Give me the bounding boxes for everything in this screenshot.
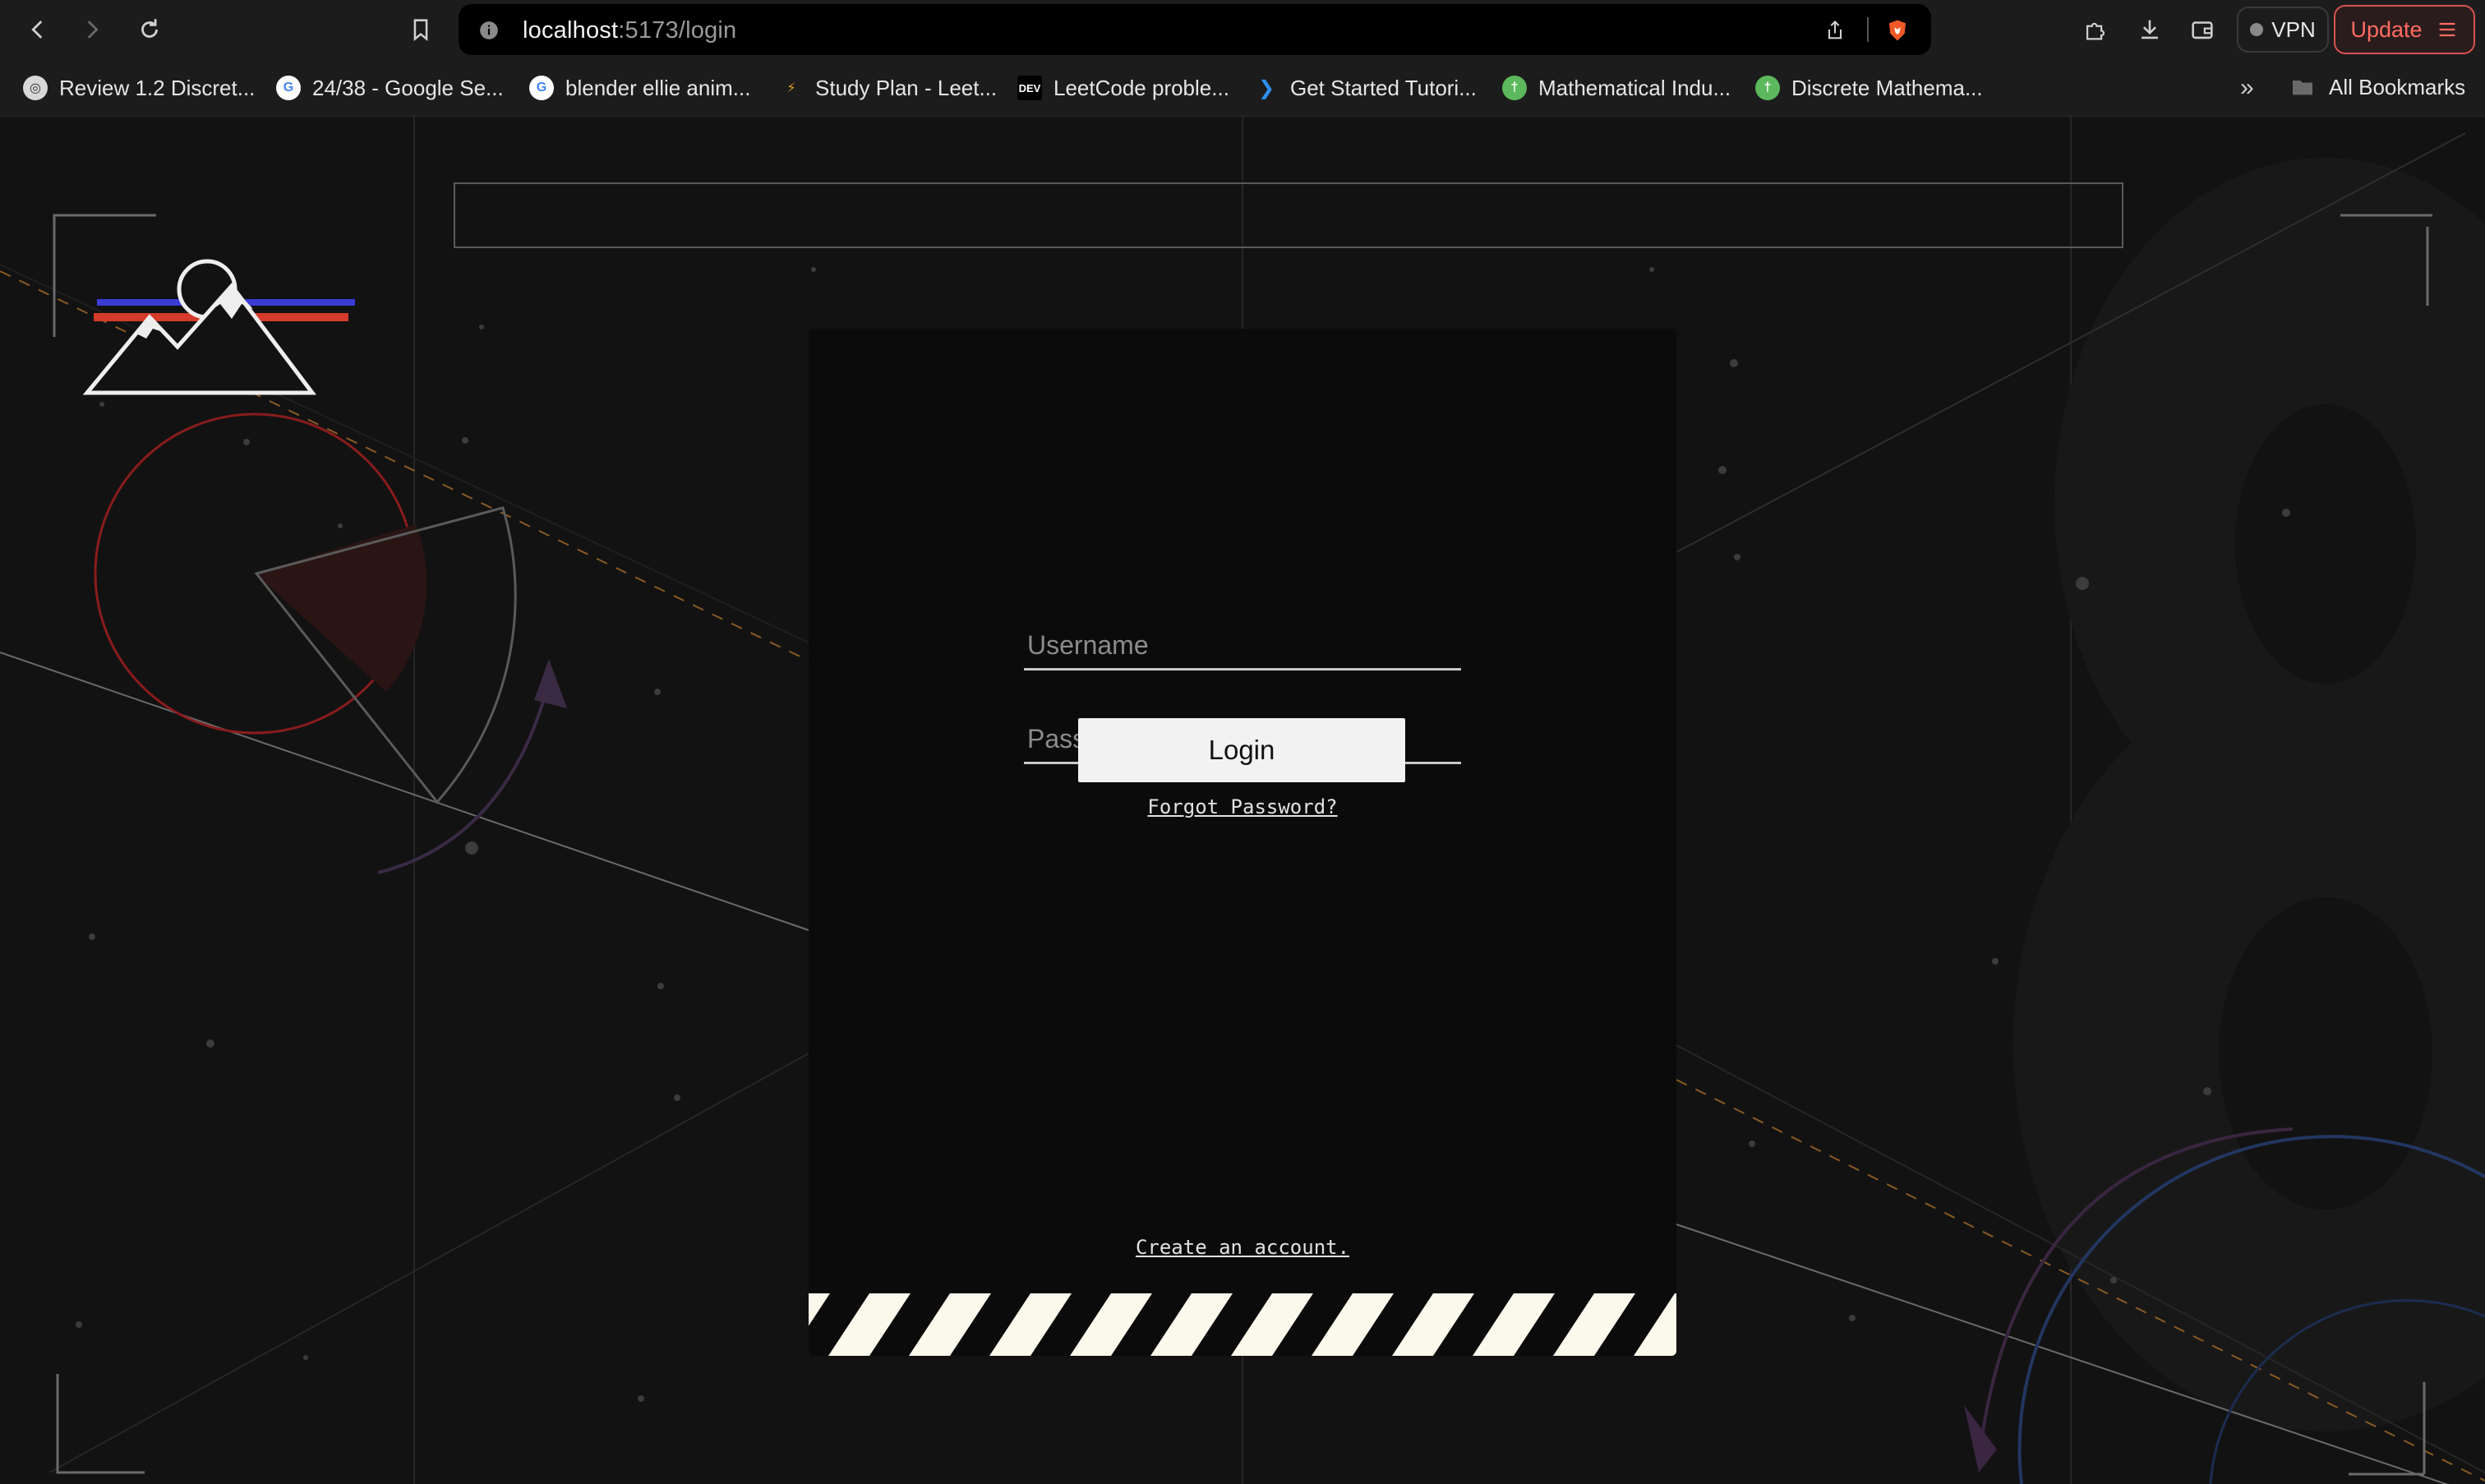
forgot-password-link[interactable]: Forgot Password?: [809, 795, 1676, 818]
bookmark-item[interactable]: ◎ Review 1.2 Discret...: [23, 74, 255, 102]
extensions-button[interactable]: [2077, 12, 2114, 48]
login-card: Login Forgot Password? Create an account…: [809, 329, 1676, 1356]
address-divider: [1867, 17, 1869, 42]
folder-icon: [2293, 81, 2312, 95]
url-text[interactable]: localhost:5173/login: [523, 17, 736, 44]
vscode-icon: ❯: [1257, 76, 1275, 99]
dev-icon: DEV: [1017, 76, 1042, 100]
vpn-status-icon: [2250, 23, 2264, 36]
wallet-button[interactable]: [2184, 12, 2220, 48]
bookmark-item[interactable]: ⚡ Study Plan - Leet...: [779, 74, 997, 102]
google-icon: G: [276, 76, 301, 100]
bookmark-label: Discrete Mathema...: [1791, 75, 1983, 100]
bookmark-label: blender ellie anim...: [565, 75, 751, 100]
bookmarks-bar: ◎ Review 1.2 Discret... G 24/38 - Google…: [0, 59, 2485, 117]
bookmarks-overflow-button[interactable]: »: [2240, 74, 2254, 102]
back-button[interactable]: [20, 12, 56, 48]
mountain-logo-icon: [82, 259, 355, 395]
reload-button[interactable]: [131, 12, 168, 48]
bookmark-item[interactable]: DEV LeetCode proble...: [1017, 74, 1229, 102]
google-icon: G: [529, 76, 554, 100]
puzzle-icon: [2086, 22, 2105, 40]
update-label: Update: [2350, 16, 2423, 42]
vpn-label: VPN: [2271, 16, 2316, 42]
bookmark-label: Study Plan - Leet...: [815, 75, 998, 100]
vpn-button[interactable]: VPN: [2237, 7, 2329, 53]
browser-toolbar: localhost:5173/login VPN Update: [0, 0, 2485, 59]
forward-button[interactable]: [74, 12, 110, 48]
chevron-left-icon: [31, 21, 43, 39]
bookmark-item[interactable]: G 24/38 - Google Se...: [276, 74, 504, 102]
bookmark-item[interactable]: † Discrete Mathema...: [1755, 74, 1983, 102]
download-icon: [2142, 20, 2158, 39]
menu-icon: [2439, 22, 2455, 37]
update-button[interactable]: Update: [2334, 5, 2475, 54]
bookmark-item[interactable]: G blender ellie anim...: [529, 74, 750, 102]
chevron-right-icon: [87, 21, 99, 39]
hazard-stripes: [809, 1293, 1676, 1356]
username-input[interactable]: [1024, 623, 1461, 671]
create-account-link[interactable]: Create an account.: [809, 1236, 1676, 1259]
leetcode-icon: ⚡: [786, 81, 796, 95]
bookmark-label: LeetCode proble...: [1053, 75, 1229, 100]
address-bar[interactable]: localhost:5173/login: [459, 4, 1931, 55]
bookmark-icon: [413, 19, 428, 41]
bookmark-label: Review 1.2 Discret...: [59, 75, 256, 100]
bookmark-label: Mathematical Indu...: [1538, 75, 1731, 100]
downloads-button[interactable]: [2132, 12, 2168, 48]
url-host: localhost: [523, 17, 619, 44]
bookmark-page-button[interactable]: [403, 12, 439, 48]
bookmark-label: Get Started Tutori...: [1290, 75, 1477, 100]
site-info-icon[interactable]: [477, 18, 501, 43]
all-bookmarks-button[interactable]: All Bookmarks: [2289, 74, 2465, 100]
share-icon[interactable]: [1823, 18, 1847, 43]
reload-icon: [141, 19, 158, 38]
site-icon: †: [1502, 76, 1527, 100]
brave-shield-icon[interactable]: [1885, 18, 1910, 43]
login-page: Login Forgot Password? Create an account…: [0, 117, 2485, 1484]
all-bookmarks-label: All Bookmarks: [2329, 74, 2466, 99]
wallet-icon: [2192, 21, 2213, 39]
bookmark-label: 24/38 - Google Se...: [312, 75, 504, 100]
url-path: :5173/login: [618, 17, 737, 44]
top-search-bar[interactable]: [454, 182, 2123, 248]
globe-icon: ◎: [23, 76, 48, 100]
site-icon: †: [1755, 76, 1780, 100]
bookmark-item[interactable]: ❯ Get Started Tutori...: [1254, 74, 1477, 102]
bookmark-item[interactable]: † Mathematical Indu...: [1502, 74, 1731, 102]
login-button[interactable]: Login: [1078, 718, 1405, 782]
